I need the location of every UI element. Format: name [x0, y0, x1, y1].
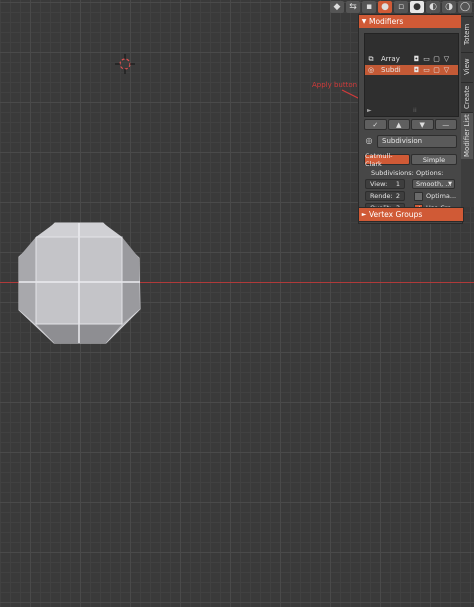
options-icon[interactable]: ◯	[458, 1, 472, 13]
modifiers-panel-header[interactable]: ▼ Modifiers	[359, 15, 462, 28]
modifier-name-field[interactable]: Subdivision	[377, 134, 457, 148]
subdivided-mesh[interactable]	[16, 220, 144, 346]
view-levels-field[interactable]: View: 1	[365, 179, 405, 189]
modifier-name-row: ◎ Subdivision	[364, 134, 457, 148]
render-icon[interactable]: ▭	[422, 55, 431, 63]
editmode-icon[interactable]: ▢	[432, 66, 441, 74]
tool-icon[interactable]: ⇆	[346, 1, 360, 13]
cage-icon[interactable]: ▽	[442, 66, 451, 74]
subdivisions-label: Subdivisions:	[371, 169, 414, 177]
subdivision-icon: ◎	[365, 136, 373, 145]
xray-icon[interactable]: ▫	[394, 1, 408, 13]
modifiers-panel: ▼ Modifiers ⧉ Array ◘ ▭ ▢ ▽ ◎ Subdi ◘ ▭ …	[358, 14, 463, 224]
algorithm-tabs: Catmull-Clark Simple	[364, 152, 457, 168]
tab-modifier-list[interactable]: Modifier List	[461, 112, 473, 159]
remove-button[interactable]: —	[434, 119, 457, 130]
shading-rendered-icon[interactable]: ◑	[442, 1, 456, 13]
move-down-button[interactable]: ▼	[411, 119, 434, 130]
collapse-arrow-icon[interactable]: ▼	[359, 18, 369, 25]
editmode-icon[interactable]: ▢	[432, 55, 441, 63]
tab-totem[interactable]: Totem	[461, 16, 473, 51]
modifiers-title: Modifiers	[369, 17, 404, 26]
view-value: 1	[395, 180, 400, 188]
move-up-button[interactable]: ▲	[387, 119, 410, 130]
list-item-label: Array	[381, 55, 400, 63]
optimal-display-option[interactable]: Optima...	[414, 191, 456, 201]
shading-solid-icon[interactable]: ▪	[362, 1, 376, 13]
tab-view[interactable]: View	[461, 52, 473, 81]
tab-create[interactable]: Create	[461, 82, 473, 111]
list-item-array[interactable]: ⧉ Array ◘ ▭ ▢ ▽	[365, 54, 458, 64]
list-resize-grip-icon[interactable]: ⁞⁞	[413, 107, 417, 114]
chevron-down-icon: ▼	[448, 181, 452, 187]
3d-cursor-icon[interactable]	[115, 54, 135, 74]
modifier-list[interactable]: ⧉ Array ◘ ▭ ▢ ▽ ◎ Subdi ◘ ▭ ▢ ▽ ► ⁞⁞	[364, 33, 459, 117]
uv-smooth-dropdown[interactable]: Smooth, ... ▼	[412, 179, 455, 189]
options-label: Options:	[416, 169, 444, 177]
view-icon[interactable]: ◆	[330, 1, 344, 13]
cage-icon[interactable]: ▽	[442, 55, 451, 63]
vertex-groups-header[interactable]: ► Vertex Groups	[358, 207, 464, 222]
tab-catmull-clark[interactable]: Catmull-Clark	[364, 152, 410, 168]
optimal-display-label: Optima...	[426, 192, 457, 200]
vertex-groups-title: Vertex Groups	[369, 210, 423, 219]
camera-icon[interactable]: ◘	[412, 55, 421, 63]
list-item-subdivision[interactable]: ◎ Subdi ◘ ▭ ▢ ▽	[365, 65, 458, 75]
apply-button[interactable]: ✓	[364, 119, 387, 130]
expand-arrow-icon[interactable]: ►	[359, 211, 369, 218]
shading-material-icon[interactable]: ◐	[426, 1, 440, 13]
list-expand-icon[interactable]: ►	[367, 107, 372, 114]
render-value: 2	[395, 192, 400, 200]
side-tabs: Totem View Create Modifier List	[461, 14, 474, 207]
render-levels-field[interactable]: Rende: 2	[365, 191, 405, 201]
render-icon[interactable]: ▭	[422, 66, 431, 74]
render-label: Rende:	[370, 192, 393, 200]
shading-white-icon[interactable]: ●	[410, 1, 424, 13]
uv-smooth-value: Smooth, ...	[416, 180, 452, 188]
tab-simple[interactable]: Simple	[411, 154, 457, 165]
camera-icon[interactable]: ◘	[412, 66, 421, 74]
overlay-icon[interactable]: ●	[378, 1, 392, 13]
array-icon: ⧉	[368, 54, 374, 63]
list-item-label: Subdi	[381, 66, 401, 74]
modifier-toolbar: ✓ ▲ ▼ —	[364, 119, 457, 130]
optimal-display-checkbox[interactable]	[414, 191, 423, 201]
subdivision-icon: ◎	[367, 66, 375, 74]
viewport-header-icons: ◆ ⇆ ▪ ● ▫ ● ◐ ◑ ◯	[330, 0, 472, 14]
view-label: View:	[370, 180, 388, 188]
